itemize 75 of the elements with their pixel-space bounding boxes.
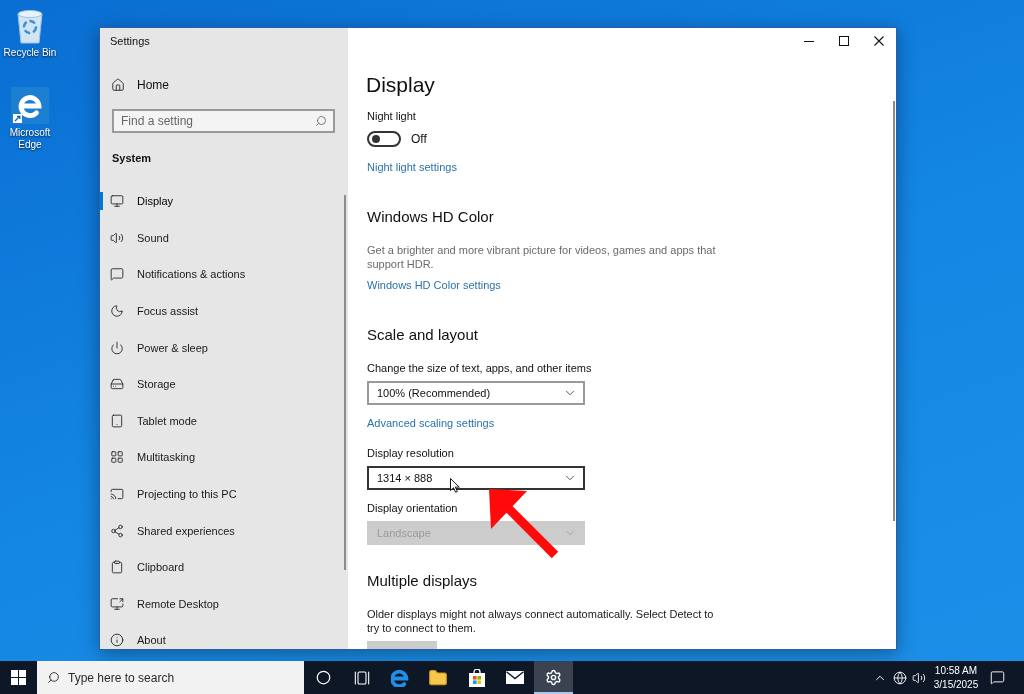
setting-label: Change the size of text, apps, and other items: [367, 361, 592, 376]
grid-icon: [110, 450, 124, 465]
home-link[interactable]: Home: [100, 73, 348, 97]
dropdown[interactable]: 1314 × 888: [367, 466, 585, 490]
settings-icon: [545, 669, 563, 686]
settings-link[interactable]: Windows HD Color settings: [367, 277, 501, 293]
section-heading: Windows HD Color: [367, 207, 494, 227]
desktop-icon-label[interactable]: Recycle Bin: [0, 47, 60, 59]
selection-bar: [100, 192, 103, 210]
panels-icon: [353, 669, 370, 686]
sidebar-item[interactable]: Multitasking: [100, 439, 348, 476]
setting-label: Display resolution: [367, 446, 454, 461]
annotation-arrow: [488, 488, 560, 560]
maximize-icon: [838, 36, 849, 46]
search-icon: [315, 115, 327, 127]
cast-icon: [110, 487, 124, 502]
scrollbar[interactable]: [344, 195, 346, 570]
section-heading: Scale and layout: [367, 325, 478, 345]
sidebar-item[interactable]: Projecting to this PC: [100, 475, 348, 513]
sidebar-item[interactable]: Focus assist: [100, 292, 348, 330]
toggle-state-text: Off: [411, 132, 427, 146]
mouse-pointer-icon: [450, 478, 460, 493]
trash-bin-icon: [15, 8, 45, 44]
minimize-icon: [803, 40, 814, 42]
taskbar-search-field[interactable]: Type here to search: [37, 661, 304, 694]
tablet-icon: [110, 413, 124, 428]
section-title: System: [111, 151, 153, 166]
share-icon: [110, 523, 124, 538]
toggle-switch[interactable]: [367, 131, 401, 147]
window-title: Settings: [109, 34, 151, 49]
sidebar-item[interactable]: Shared experiences: [100, 512, 348, 549]
settings-link[interactable]: Advanced scaling settings: [367, 415, 495, 431]
folder-icon: [428, 667, 449, 688]
start-logo-icon: [11, 670, 26, 685]
dropdown[interactable]: 100% (Recommended): [367, 381, 585, 405]
page-title: Display: [366, 72, 435, 98]
info-icon: [110, 633, 124, 648]
sidebar-item[interactable]: Notifications & actions: [100, 256, 348, 293]
browser-logo-icon: [390, 668, 409, 687]
search-icon: [47, 671, 60, 684]
sidebar-item[interactable]: Power & sleep: [100, 329, 348, 366]
sidebar-item[interactable]: Tablet mode: [100, 402, 348, 440]
browser-shortcut-icon: [11, 87, 49, 124]
screen-share-icon: [110, 596, 124, 611]
section-heading: Multiple displays: [367, 571, 478, 591]
circle-icon: [315, 670, 331, 685]
clock[interactable]: 10:58 AM 3/15/2025: [932, 661, 980, 694]
taskbar-app-button[interactable]: [534, 661, 573, 694]
shopping-bag-icon: [467, 668, 486, 687]
setting-label: Night light: [367, 109, 416, 124]
description-text: Get a brighter and more vibrant picture for videos, games and apps that support HDR.: [367, 244, 717, 271]
sidebar-item[interactable]: Clipboard: [100, 548, 348, 586]
sidebar-item[interactable]: Remote Desktop: [100, 585, 348, 623]
clipboard-icon: [110, 560, 124, 575]
settings-link[interactable]: Night light settings: [367, 159, 457, 175]
search-field[interactable]: Find a setting: [112, 109, 335, 133]
speech-bubble-icon: [989, 670, 1005, 685]
speaker-icon: [911, 670, 926, 685]
desktop-icon-label[interactable]: Microsoft Edge: [0, 127, 60, 151]
monitor-icon: [110, 194, 124, 209]
home-icon: [111, 78, 125, 92]
scrollbar[interactable]: [893, 101, 895, 521]
close-icon: [873, 36, 884, 46]
globe-icon: [892, 670, 907, 685]
setting-label: Display orientation: [367, 501, 458, 516]
sidebar-item[interactable]: Sound: [100, 219, 348, 257]
drive-icon: [110, 377, 124, 392]
speech-bubble-icon: [110, 267, 124, 282]
sidebar-item[interactable]: About: [100, 622, 348, 649]
description-text: Older displays might not always connect automatically. Select Detect to try to connect to them.: [367, 608, 715, 635]
envelope-icon: [506, 671, 525, 684]
sidebar-item[interactable]: Storage: [100, 365, 348, 403]
speaker-icon: [110, 230, 124, 245]
moon-icon: [110, 304, 124, 319]
power-icon: [110, 340, 124, 355]
